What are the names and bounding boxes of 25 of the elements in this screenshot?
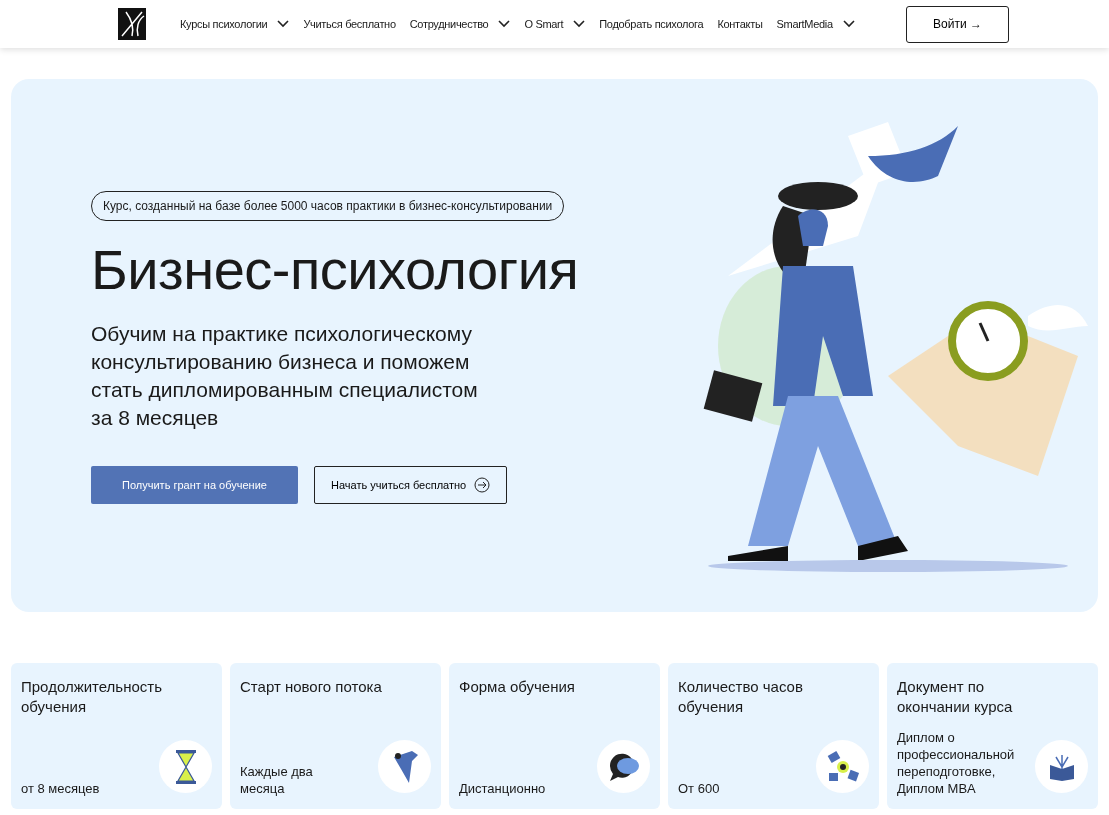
- hourglass-icon: [174, 749, 197, 784]
- free-start-button[interactable]: Начать учиться бесплатно: [314, 466, 508, 504]
- nav-link[interactable]: Контакты: [717, 18, 763, 30]
- login-button[interactable]: Войти →: [906, 5, 1009, 43]
- card-title: Старт нового потока: [240, 677, 383, 697]
- card-title: Документ по окончании курса: [897, 677, 1014, 717]
- nav-link[interactable]: Учиться бесплатно: [303, 18, 396, 30]
- card-value: от 8 месяцев: [21, 780, 101, 797]
- card-value: Каждые два месяца: [240, 763, 314, 797]
- logo-icon[interactable]: [118, 8, 146, 40]
- nav-link[interactable]: Сотрудничество: [409, 18, 511, 30]
- card-value: Диплом о профессиональной переподготовке, Диплом MBA: [897, 729, 1016, 797]
- card-value: От 600: [678, 780, 721, 797]
- nav-link[interactable]: О Smart: [524, 18, 586, 30]
- grant-button[interactable]: Получить грант на обучение: [91, 466, 298, 504]
- nav-link[interactable]: Подобрать психолога: [599, 18, 704, 30]
- card-value: Дистанционно: [459, 780, 547, 797]
- card-title: Количество часов обучения: [678, 677, 804, 717]
- arrow-circle-icon: [474, 477, 491, 493]
- nav-link[interactable]: SmartMedia: [776, 18, 855, 30]
- hero-title: Бизнес-психология: [91, 237, 579, 302]
- hero-subtitle: Обучим на практике психологическому консультированию бизнеса и поможем стать дипломированным специалистом за 8 месяцев: [91, 321, 479, 431]
- nav-link[interactable]: Курсы психологии: [180, 18, 290, 30]
- card-title: Продолжительность обучения: [21, 677, 163, 717]
- card-title: Форма обучения: [459, 677, 576, 697]
